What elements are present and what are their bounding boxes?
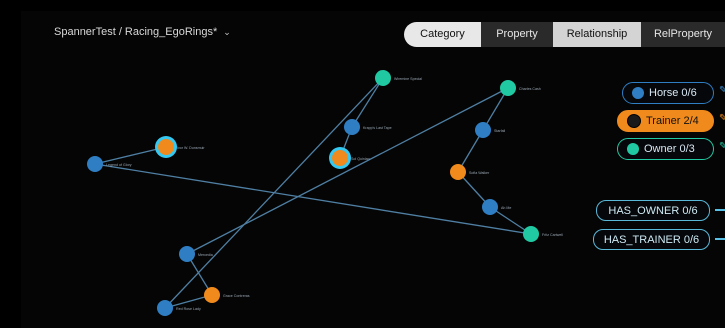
category-chip-horse[interactable]: Horse 0/6 (622, 82, 714, 104)
trainer-dot-icon (627, 114, 641, 128)
node-label: Sofia Walker (469, 171, 490, 175)
node-circle[interactable] (475, 122, 491, 138)
graph-node-horse[interactable]: Legend of Glory (87, 156, 132, 172)
node-circle[interactable] (500, 80, 516, 96)
edge-layer (94, 77, 532, 309)
graph-view: Wiremine Special Krapp's Last Tape Sol Qui… (87, 70, 563, 316)
edit-icon[interactable]: ✎ (719, 141, 725, 152)
category-chip-trainer[interactable]: Trainer 2/4 (617, 110, 714, 132)
graph-node-horse[interactable]: Starfall (475, 122, 505, 138)
graph-node-owner[interactable]: Fritz Cartwell (523, 226, 563, 242)
relationship-line-indicator (715, 209, 725, 211)
graph-node-trainer[interactable]: Grace Contreras (204, 287, 250, 303)
node-label: Ivor W. Dunsmuir (177, 146, 205, 150)
node-layer: Wiremine Special Krapp's Last Tape Sol Qui… (87, 70, 563, 316)
relationship-chip[interactable]: HAS_TRAINER 0/6 (593, 229, 710, 250)
edit-icon[interactable]: ✎ (719, 113, 725, 124)
graph-edge[interactable] (94, 163, 532, 235)
graph-node-trainer[interactable]: Sofia Walker (450, 164, 490, 180)
relationship-chip[interactable]: HAS_OWNER 0/6 (596, 200, 710, 221)
node-label: Ah Me (501, 206, 511, 210)
horse-dot-icon (632, 87, 644, 99)
graph-edge[interactable] (351, 77, 384, 128)
graph-node-trainer[interactable]: Sol Quinlan (329, 147, 370, 169)
node-label: Charles Cash (519, 87, 541, 91)
node-circle[interactable] (179, 246, 195, 262)
node-label: Wiremine Special (394, 77, 422, 81)
graph-node-owner[interactable]: Charles Cash (500, 80, 541, 96)
owner-dot-icon (627, 143, 639, 155)
graph-node-horse[interactable]: Mercedia (179, 246, 213, 262)
category-chip-label: Trainer 2/4 (646, 115, 699, 127)
node-circle[interactable] (523, 226, 539, 242)
node-label: Grace Contreras (223, 294, 250, 298)
category-chip-label: Owner 0/3 (644, 143, 695, 155)
relationship-line-indicator (715, 238, 725, 240)
node-circle[interactable] (158, 139, 174, 155)
node-circle[interactable] (204, 287, 220, 303)
category-chip-owner[interactable]: Owner 0/3 (617, 138, 714, 160)
graph-node-horse[interactable]: Krapp's Last Tape (344, 119, 392, 135)
node-label: Legend of Glory (106, 163, 132, 167)
graph-node-trainer[interactable]: Ivor W. Dunsmuir (155, 136, 205, 158)
graph-node-horse[interactable]: Ah Me (482, 199, 511, 215)
node-circle[interactable] (344, 119, 360, 135)
node-label: Red Rose Lady (176, 307, 201, 311)
graph-node-horse[interactable]: Red Rose Lady (157, 300, 201, 316)
node-label: Fritz Cartwell (542, 233, 563, 237)
node-circle[interactable] (87, 156, 103, 172)
node-label: Sol Quinlan (351, 157, 370, 161)
node-label: Mercedia (198, 253, 213, 257)
node-circle[interactable] (157, 300, 173, 316)
category-chip-label: Horse 0/6 (649, 87, 697, 99)
edit-icon[interactable]: ✎ (719, 85, 725, 96)
node-circle[interactable] (332, 150, 348, 166)
node-circle[interactable] (482, 199, 498, 215)
graph-node-owner[interactable]: Wiremine Special (375, 70, 422, 86)
node-label: Krapp's Last Tape (363, 126, 392, 130)
node-label: Starfall (494, 129, 505, 133)
node-circle[interactable] (450, 164, 466, 180)
node-circle[interactable] (375, 70, 391, 86)
